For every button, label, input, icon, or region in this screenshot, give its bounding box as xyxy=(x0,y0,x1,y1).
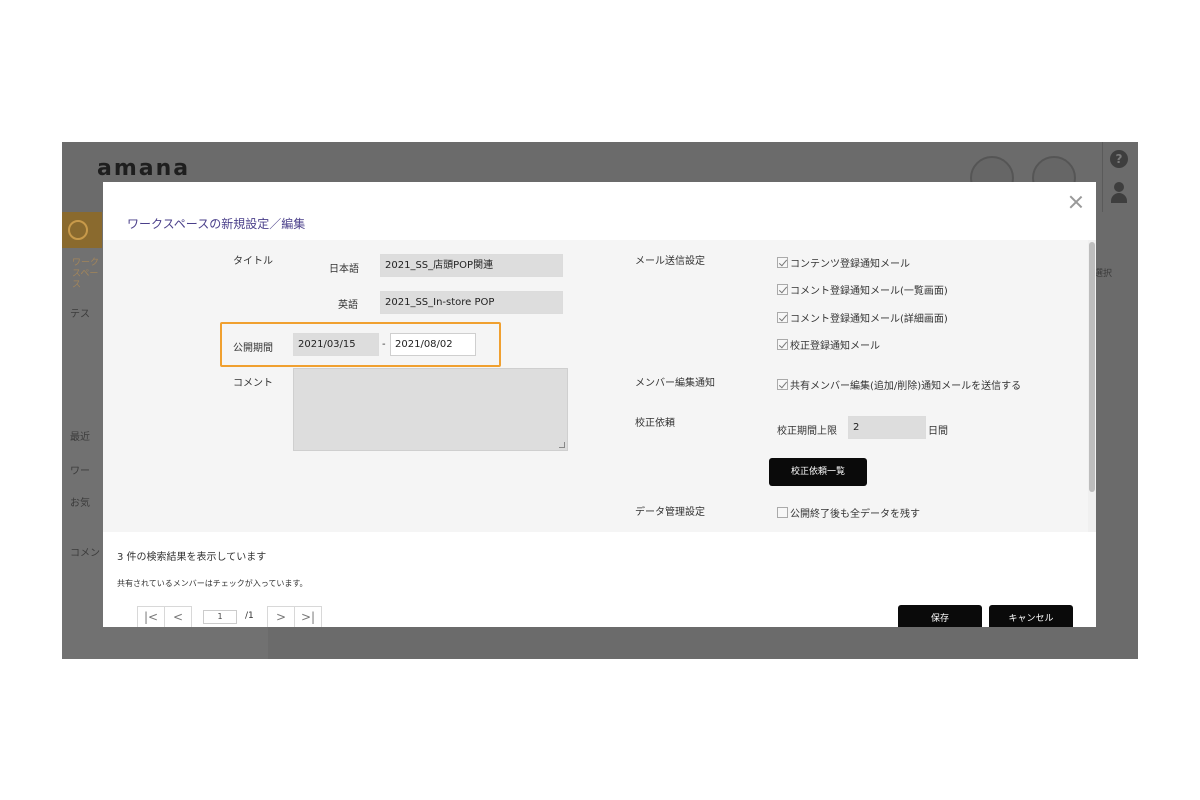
search-button xyxy=(62,212,102,248)
checkbox-label: 校正登録通知メール xyxy=(790,341,880,352)
checkbox-label: コンテンツ登録通知メール xyxy=(790,259,910,270)
next-page-button[interactable]: > xyxy=(267,606,295,627)
title-japanese-input[interactable]: 2021_SS_店頭POP関連 xyxy=(380,254,563,277)
japanese-label: 日本語 xyxy=(329,264,359,275)
checkbox-checked[interactable] xyxy=(777,257,788,268)
resize-grip-icon[interactable] xyxy=(559,442,565,448)
user-icon xyxy=(1110,182,1128,204)
member-notify-option[interactable]: 共有メンバー編集(追加/削除)通知メールを送信する xyxy=(777,377,1021,392)
close-icon[interactable] xyxy=(1068,194,1084,210)
cancel-button[interactable]: キャンセル xyxy=(989,605,1073,627)
proof-request-label: 校正依頼 xyxy=(635,418,675,429)
checkbox-label: コメント登録通知メール(一覧画面) xyxy=(790,286,948,297)
page-total: /1 xyxy=(245,611,254,621)
checkbox-checked[interactable] xyxy=(777,312,788,323)
comment-label: コメント xyxy=(233,378,273,389)
checkbox-label: 共有メンバー編集(追加/削除)通知メールを送信する xyxy=(790,381,1022,392)
results-count: 3 件の検索結果を表示しています xyxy=(117,552,267,563)
divider xyxy=(1102,142,1103,212)
checkbox-checked[interactable] xyxy=(777,379,788,390)
save-button[interactable]: 保存 xyxy=(898,605,982,627)
proof-list-button[interactable]: 校正依頼一覧 xyxy=(769,458,867,486)
select-label: 選択 xyxy=(1094,269,1113,279)
checkbox-label: 公開終了後も全データを残す xyxy=(790,509,920,520)
checkbox-checked[interactable] xyxy=(777,339,788,350)
data-mgmt-option[interactable]: 公開終了後も全データを残す xyxy=(777,505,920,520)
sidebar-item: お気 xyxy=(70,498,90,509)
help-icon: ? xyxy=(1110,150,1128,168)
title-english-input[interactable]: 2021_SS_In-store POP xyxy=(380,291,563,314)
mail-option-content[interactable]: コンテンツ登録通知メール xyxy=(777,255,910,270)
sidebar-tab-workspace: ワークスペース xyxy=(72,258,100,290)
checkbox-unchecked[interactable] xyxy=(777,507,788,518)
form-scrollbar[interactable] xyxy=(1088,240,1096,532)
mail-option-proof[interactable]: 校正登録通知メール xyxy=(777,337,880,352)
sidebar-item: テス xyxy=(70,309,90,320)
checkbox-checked[interactable] xyxy=(777,284,788,295)
english-label: 英語 xyxy=(338,300,358,311)
mail-option-comment-list[interactable]: コメント登録通知メール(一覧画面) xyxy=(777,282,948,297)
title-label: タイトル xyxy=(233,256,273,267)
page-number-input[interactable]: 1 xyxy=(203,610,237,624)
workspace-settings-modal: ワークスペースの新規設定／編集 タイトル 日本語 2021_SS_店頭POP関連… xyxy=(103,182,1096,627)
checkbox-label: コメント登録通知メール(詳細画面) xyxy=(790,314,948,325)
search-icon xyxy=(68,220,88,240)
member-notify-label: メンバー編集通知 xyxy=(635,378,715,389)
period-separator: - xyxy=(382,339,386,350)
data-mgmt-label: データ管理設定 xyxy=(635,507,705,518)
mail-option-comment-detail[interactable]: コメント登録通知メール(詳細画面) xyxy=(777,310,948,325)
shared-note: 共有されているメンバーはチェックが入っています。 xyxy=(117,579,308,588)
scrollbar-thumb[interactable] xyxy=(1089,242,1095,492)
period-label: 公開期間 xyxy=(233,343,273,354)
proof-limit-label: 校正期間上限 xyxy=(777,426,837,437)
sidebar-item: 最近 xyxy=(70,432,90,443)
modal-title: ワークスペースの新規設定／編集 xyxy=(127,217,306,231)
proof-limit-input[interactable]: 2 xyxy=(848,416,926,439)
amana-logo: amana xyxy=(97,156,191,181)
period-end-input[interactable]: 2021/08/02 xyxy=(390,333,476,356)
sidebar-item: ワー xyxy=(70,466,90,477)
prev-page-button[interactable]: < xyxy=(164,606,192,627)
proof-limit-unit: 日間 xyxy=(928,426,948,437)
last-page-button[interactable]: >| xyxy=(294,606,322,627)
comment-textarea[interactable] xyxy=(293,368,568,451)
mail-settings-label: メール送信設定 xyxy=(635,256,705,267)
first-page-button[interactable]: |< xyxy=(137,606,165,627)
period-start-input[interactable]: 2021/03/15 xyxy=(293,333,379,356)
